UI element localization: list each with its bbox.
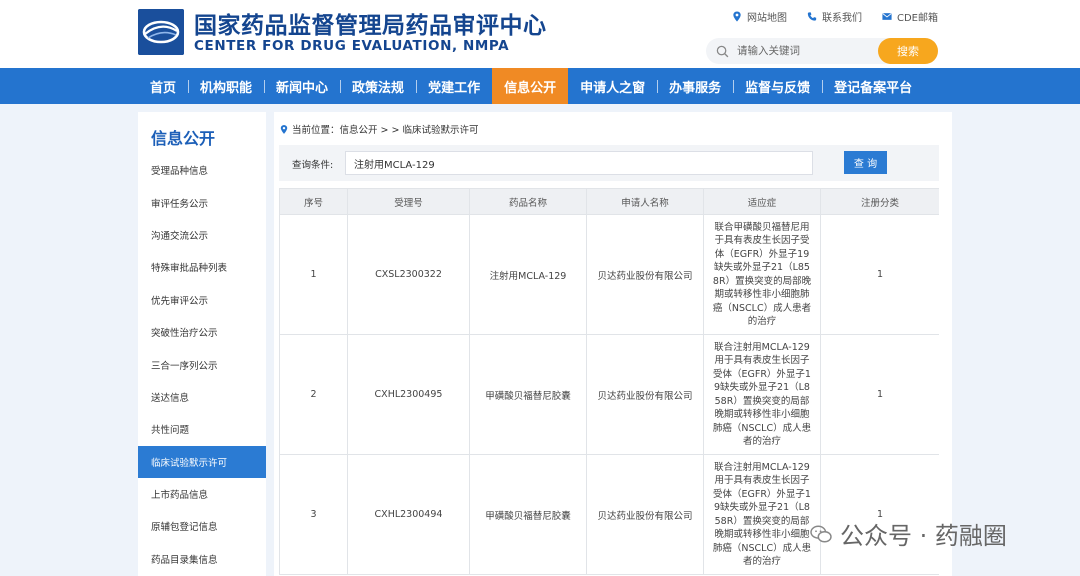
nav-item-functions[interactable]: 机构职能	[188, 68, 264, 104]
site-title-cn: 国家药品监督管理局药品审评中心	[194, 13, 547, 39]
sidebar-item-common-issues[interactable]: 共性问题	[138, 413, 266, 445]
query-input[interactable]	[345, 151, 813, 175]
contact-link[interactable]: 联系我们	[807, 9, 862, 24]
cell-acceptance-no: CXSL2300322	[347, 214, 470, 335]
cell-acceptance-no: CXHL2300495	[347, 334, 470, 455]
query-button[interactable]: 查 询	[844, 151, 887, 174]
cell-applicant: 贝达药业股份有限公司	[586, 214, 704, 335]
table-row: 1 CXSL2300322 注射用MCLA-129 贝达药业股份有限公司 联合甲…	[279, 214, 939, 335]
query-label: 查询条件:	[292, 160, 334, 171]
column-header-drug-name: 药品名称	[469, 188, 587, 215]
cell-drug-name: 甲磺酸贝福替尼胶囊	[469, 454, 587, 575]
contact-label: 联系我们	[821, 13, 862, 24]
site-title-en: CENTER FOR DRUG EVALUATION, NMPA	[194, 38, 510, 54]
nav-item-party[interactable]: 党建工作	[416, 68, 492, 104]
sidebar: 信息公开 受理品种信息 审评任务公示 沟通交流公示 特殊审批品种列表 优先审评公…	[138, 112, 266, 576]
table-row: 3 CXHL2300494 甲磺酸贝福替尼胶囊 贝达药业股份有限公司 联合注射用…	[279, 454, 939, 575]
cell-indication: 联合注射用MCLA-129用于具有表皮生长因子受体（EGFR）外显子19缺失或外…	[703, 334, 821, 455]
nav-item-applicant-window[interactable]: 申请人之窗	[568, 68, 657, 104]
nav-item-policies[interactable]: 政策法规	[340, 68, 416, 104]
cell-drug-name: 甲磺酸贝福替尼胶囊	[469, 334, 587, 455]
top-links: 网站地图 联系我们 CDE邮箱	[732, 9, 938, 24]
search-input-box	[706, 38, 896, 64]
column-header-registration-class: 注册分类	[820, 188, 939, 215]
nav-item-home[interactable]: 首页	[138, 68, 188, 104]
sidebar-item-excipient-registration[interactable]: 原辅包登记信息	[138, 510, 266, 542]
table-row: 2 CXHL2300495 甲磺酸贝福替尼胶囊 贝达药业股份有限公司 联合注射用…	[279, 334, 939, 455]
sidebar-item-drug-catalog[interactable]: 药品目录集信息	[138, 543, 266, 575]
sidebar-list: 受理品种信息 审评任务公示 沟通交流公示 特殊审批品种列表 优先审评公示 突破性…	[138, 154, 266, 575]
nav-item-info-disclosure[interactable]: 信息公开	[492, 68, 569, 104]
cell-index: 3	[279, 454, 348, 575]
search-input[interactable]	[737, 45, 887, 57]
cell-registration-class: 1	[820, 454, 939, 575]
main-nav: 首页 机构职能 新闻中心 政策法规 党建工作 信息公开 申请人之窗 办事服务 监…	[0, 68, 1080, 104]
sidebar-item-priority-review[interactable]: 优先审评公示	[138, 284, 266, 316]
sidebar-item-three-in-one[interactable]: 三合一序列公示	[138, 348, 266, 380]
sidebar-title: 信息公开	[151, 129, 216, 148]
column-header-indication: 适应症	[703, 188, 821, 215]
sidebar-item-communication[interactable]: 沟通交流公示	[138, 219, 266, 251]
cell-drug-name: 注射用MCLA-129	[469, 214, 587, 335]
search-button[interactable]: 搜索	[878, 38, 938, 64]
sidebar-item-breakthrough[interactable]: 突破性治疗公示	[138, 316, 266, 348]
cell-index: 2	[279, 334, 348, 455]
cell-acceptance-no: CXHL2300494	[347, 454, 470, 575]
table-header-row: 序号 受理号 药品名称 申请人名称 适应症 注册分类	[279, 188, 939, 215]
location-pin-icon	[280, 124, 288, 134]
sidebar-item-special-approval[interactable]: 特殊审批品种列表	[138, 251, 266, 283]
site-map-label: 网站地图	[746, 13, 787, 24]
nav-item-registration[interactable]: 登记备案平台	[822, 68, 924, 104]
search-icon	[716, 45, 729, 57]
main-content: 当前位置：信息公开 > > 临床试验默示许可 查询条件: 查 询 序号 受理号 …	[274, 112, 952, 576]
cell-applicant: 贝达药业股份有限公司	[586, 334, 704, 455]
sidebar-item-accepted-varieties[interactable]: 受理品种信息	[138, 154, 266, 186]
nav-item-feedback[interactable]: 监督与反馈	[733, 68, 822, 104]
watermark: 公众号 · 药融圈	[810, 516, 1007, 551]
site-header: 国家药品监督管理局药品审评中心 CENTER FOR DRUG EVALUATI…	[0, 0, 1080, 68]
cell-index: 1	[279, 214, 348, 335]
location-pin-icon	[733, 11, 741, 22]
breadcrumb: 当前位置：信息公开 > > 临床试验默示许可	[280, 122, 478, 136]
nav-item-news[interactable]: 新闻中心	[264, 68, 340, 104]
cde-logo[interactable]	[138, 9, 184, 55]
column-header-applicant: 申请人名称	[586, 188, 704, 215]
query-bar: 查询条件: 查 询	[279, 145, 939, 181]
phone-icon	[807, 12, 817, 21]
cell-applicant: 贝达药业股份有限公司	[586, 454, 704, 575]
sidebar-item-review-tasks[interactable]: 审评任务公示	[138, 186, 266, 218]
cell-indication: 联合甲磺酸贝福替尼用于具有表皮生长因子受体（EGFR）外显子19缺失或外显子21…	[703, 214, 821, 335]
site-search: 搜索	[706, 38, 938, 64]
nav-item-services[interactable]: 办事服务	[657, 68, 733, 104]
cell-indication: 联合注射用MCLA-129用于具有表皮生长因子受体（EGFR）外显子19缺失或外…	[703, 454, 821, 575]
breadcrumb-text: 当前位置：信息公开 > > 临床试验默示许可	[292, 125, 479, 136]
column-header-acceptance-no: 受理号	[347, 188, 470, 215]
logo-emblem-icon	[138, 9, 184, 55]
cde-mail-link[interactable]: CDE邮箱	[882, 9, 938, 24]
cell-registration-class: 1	[820, 334, 939, 455]
sidebar-item-clinical-trial-approval[interactable]: 临床试验默示许可	[138, 445, 266, 478]
sidebar-item-delivery[interactable]: 送达信息	[138, 381, 266, 413]
wechat-icon	[810, 525, 832, 542]
column-header-index: 序号	[279, 188, 348, 215]
cde-mail-label: CDE邮箱	[896, 13, 938, 24]
cell-registration-class: 1	[820, 214, 939, 335]
site-map-link[interactable]: 网站地图	[732, 9, 787, 24]
sidebar-item-marketed-drugs[interactable]: 上市药品信息	[138, 478, 266, 510]
watermark-text: 公众号 · 药融圈	[840, 522, 1007, 550]
mail-icon	[882, 13, 892, 20]
